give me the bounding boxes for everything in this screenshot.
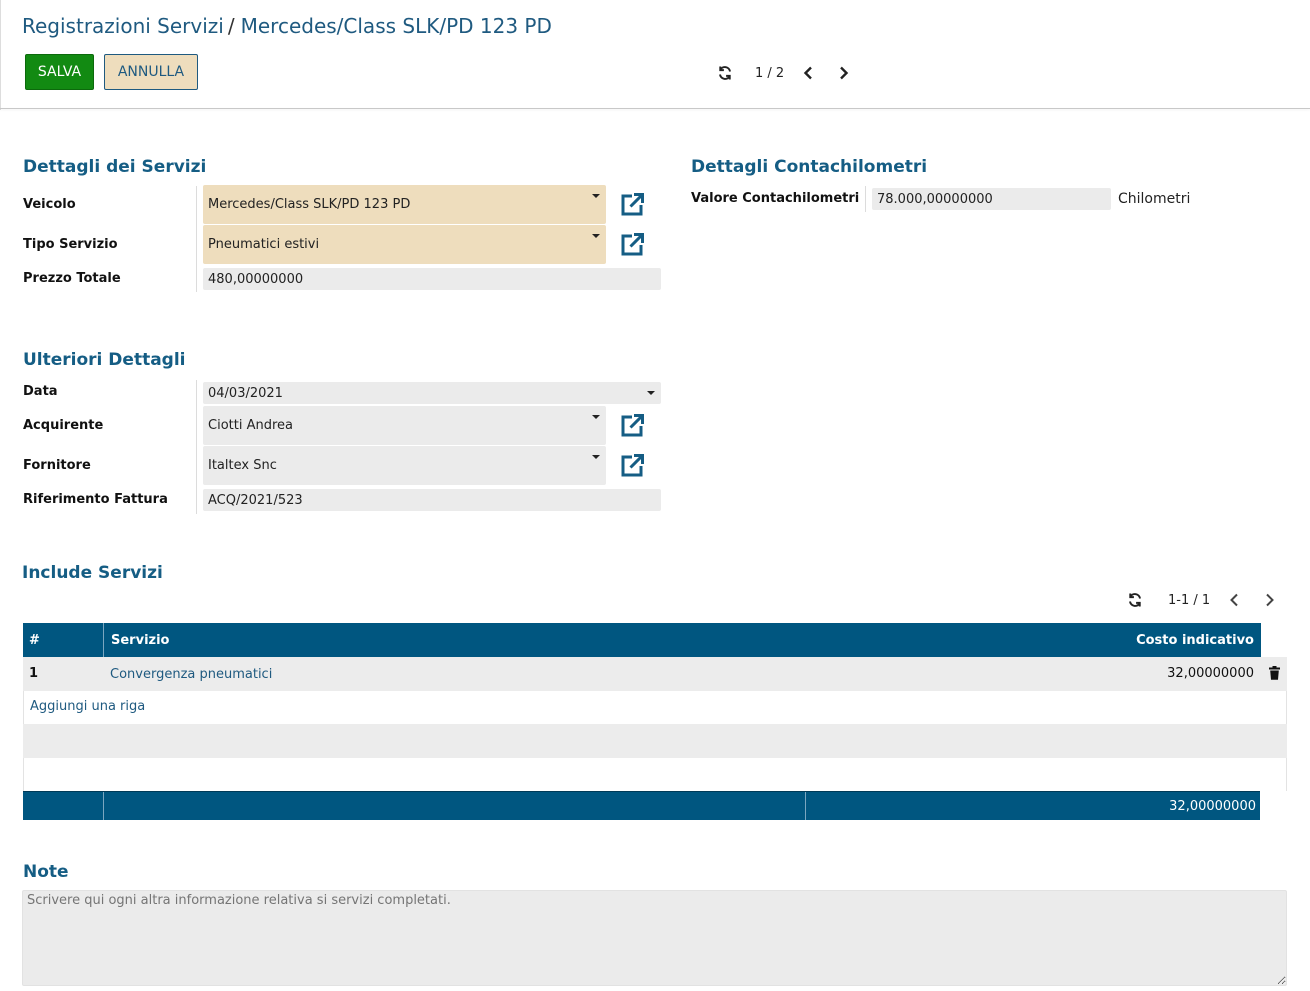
row-service[interactable]: Convergenza pneumatici [110,667,272,682]
invoice-ref-field[interactable]: ACQ/2021/523 [203,489,661,511]
service-type-value: Pneumatici estivi [208,237,320,252]
breadcrumb: Registrazioni Servizi / Mercedes/Class SLK… [22,14,552,38]
breadcrumb-parent-link[interactable]: Registrazioni Servizi [22,14,224,38]
date-field[interactable]: 04/03/2021 [203,382,661,404]
external-link-icon[interactable] [619,453,645,479]
breadcrumb-separator: / [227,14,235,38]
add-line-link[interactable]: Aggiungi una riga [30,699,145,714]
table-row[interactable]: 1 Convergenza pneumatici 32,00000000 [23,657,1287,691]
footer-total: 32,00000000 [1169,799,1256,814]
record-pager: 1 / 2 [716,62,852,84]
column-header-cost[interactable]: Costo indicativo [1100,623,1261,657]
odometer-unit: Chilometri [1118,191,1191,207]
notes-textarea[interactable] [22,890,1287,986]
purchaser-value: Ciotti Andrea [208,418,293,433]
purchaser-label: Acquirente [23,418,104,433]
vendor-label: Fornitore [23,458,91,473]
vehicle-value: Mercedes/Class SLK/PD 123 PD [208,197,411,212]
notes-title: Note [23,862,69,882]
breadcrumb-current: Mercedes/Class SLK/PD 123 PD [240,14,552,38]
cancel-button[interactable]: ANNULLA [104,54,198,90]
total-price-value: 480,00000000 [208,271,304,287]
row-cost: 32,00000000 [1167,666,1254,681]
caret-down-icon [592,194,600,198]
odometer-value: 78.000,00000000 [877,191,993,207]
total-price-label: Prezzo Totale [23,271,121,286]
left-border [0,0,1,110]
row-number: 1 [29,666,39,681]
service-type-select[interactable]: Pneumatici estivi [203,225,606,264]
refresh-icon[interactable] [1126,591,1144,609]
label-divider [865,186,866,212]
chevron-left-icon[interactable] [1226,591,1242,609]
odometer-label: Valore Contachilometri [691,191,860,206]
chevron-right-icon[interactable] [836,64,852,82]
caret-down-icon [592,455,600,459]
caret-down-icon [647,391,655,395]
lines-pager-value[interactable]: 1-1 / 1 [1168,593,1210,608]
label-divider [196,380,197,514]
vendor-select[interactable]: Italtex Snc [203,446,606,485]
date-value: 04/03/2021 [208,385,283,401]
odometer-details-title: Dettagli Contachilometri [691,157,928,177]
empty-row [23,758,1287,791]
header-divider [0,108,1310,109]
invoice-ref-value: ACQ/2021/523 [208,492,303,508]
external-link-icon[interactable] [619,413,645,439]
caret-down-icon [592,234,600,238]
trash-icon[interactable] [1267,665,1281,681]
caret-down-icon [592,415,600,419]
add-line-row: Aggiungi una riga [23,691,1287,724]
chevron-left-icon[interactable] [800,64,816,82]
empty-row [23,724,1287,758]
column-header-number[interactable]: # [23,623,103,657]
odometer-field[interactable]: 78.000,00000000 [872,188,1111,210]
external-link-icon[interactable] [619,192,645,218]
lines-pager: 1-1 / 1 [1126,589,1278,611]
included-services-title: Include Servizi [22,563,163,583]
vehicle-select[interactable]: Mercedes/Class SLK/PD 123 PD [203,185,606,224]
footer-divider [103,792,104,820]
service-type-label: Tipo Servizio [23,237,118,252]
purchaser-select[interactable]: Ciotti Andrea [203,406,606,445]
date-label: Data [23,384,58,399]
vehicle-label: Veicolo [23,197,76,212]
label-divider [196,186,197,292]
pager-value[interactable]: 1 / 2 [755,66,784,81]
table-footer: 32,00000000 [23,791,1260,820]
external-link-icon[interactable] [619,232,645,258]
services-details-title: Dettagli dei Servizi [23,157,207,177]
column-header-service[interactable]: Servizio [104,623,1261,657]
total-price-field[interactable]: 480,00000000 [203,268,661,290]
invoice-ref-label: Riferimento Fattura [23,492,168,507]
footer-divider [805,792,806,820]
vendor-value: Italtex Snc [208,458,277,473]
refresh-icon[interactable] [716,64,734,82]
chevron-right-icon[interactable] [1262,591,1278,609]
further-details-title: Ulteriori Dettagli [23,350,186,370]
save-button[interactable]: SALVA [25,54,94,90]
